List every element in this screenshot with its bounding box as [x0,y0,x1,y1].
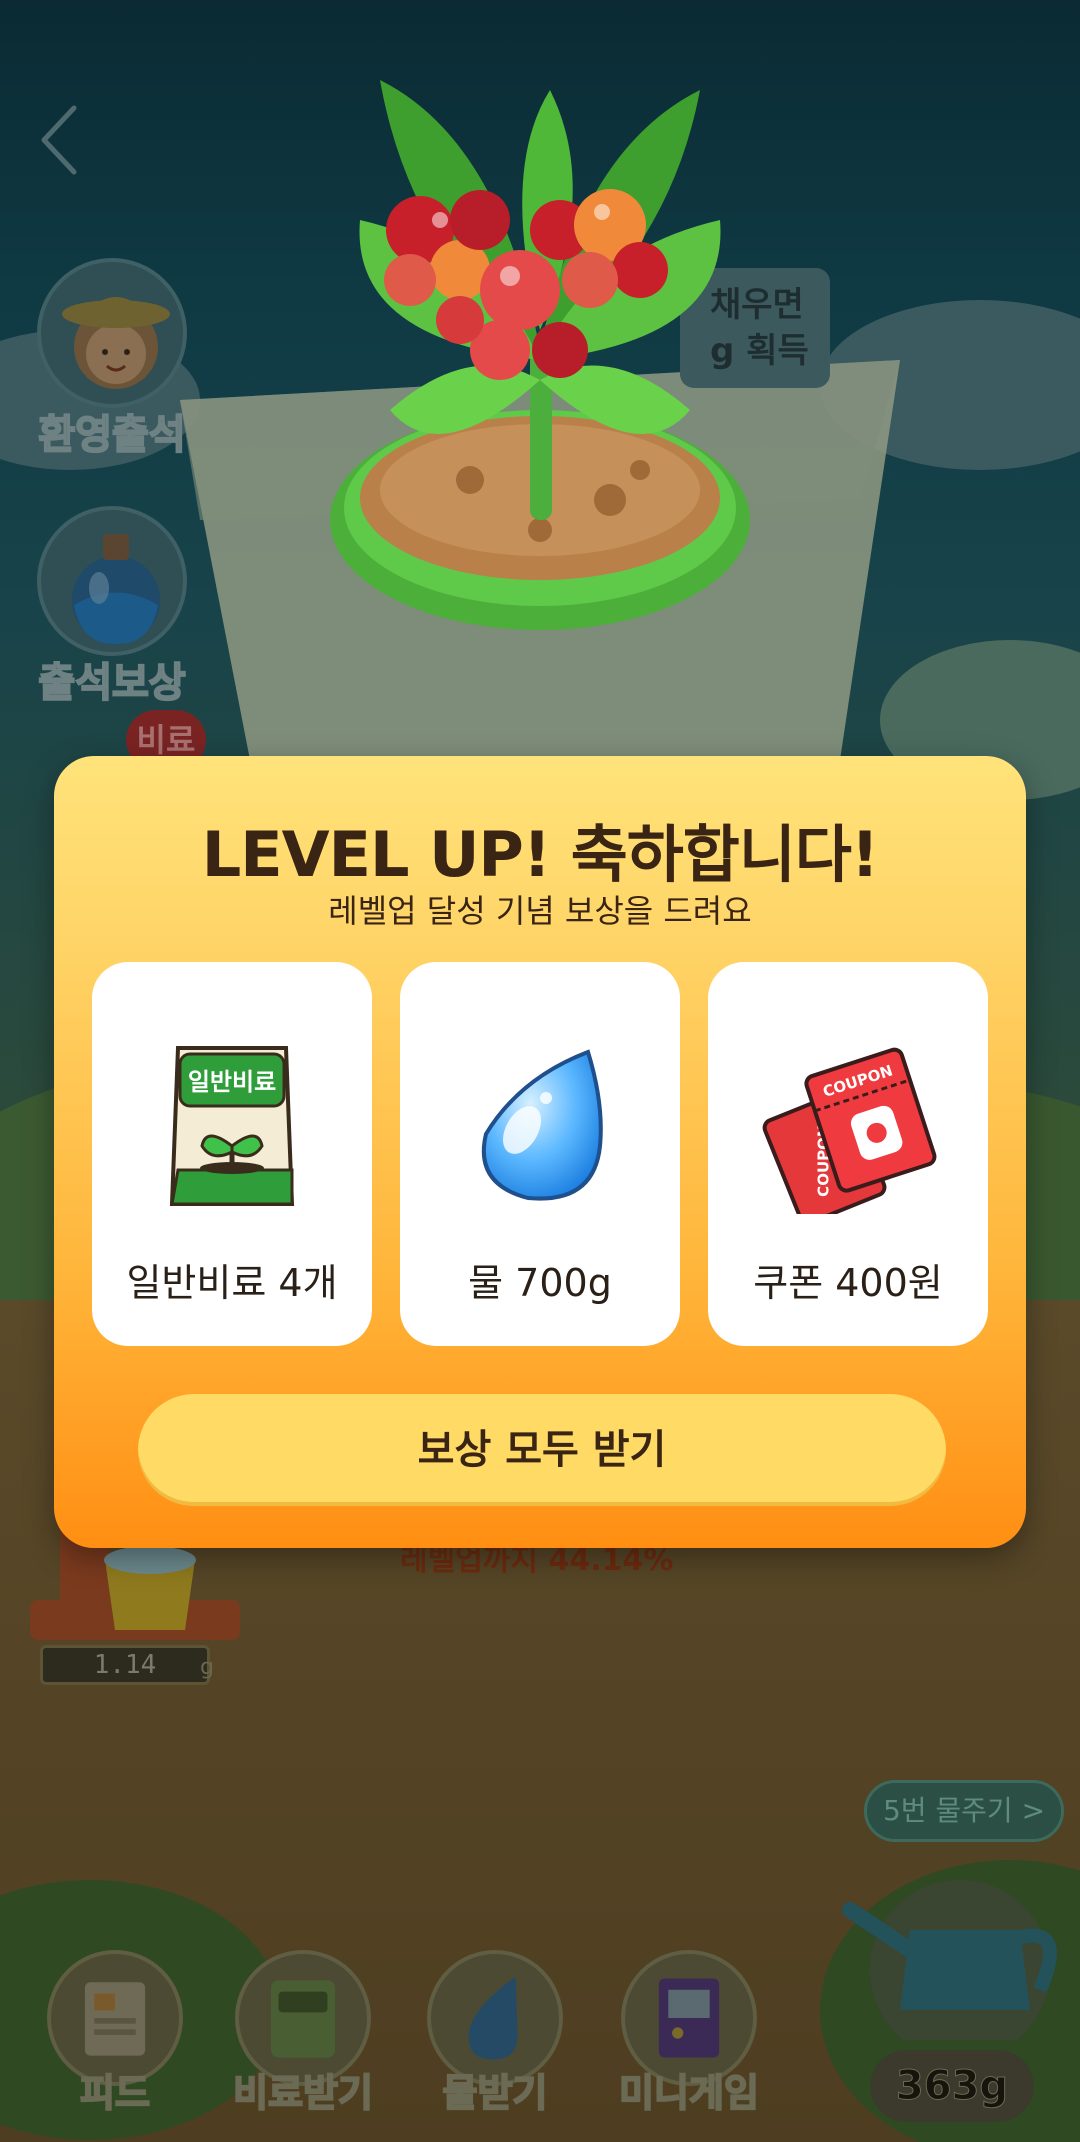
bottom-nav: 피드 비료받기 물받기 미니게임 [0,1950,1080,2142]
reward-label: 물 700g [468,1261,612,1305]
fertilizer-bag-icon: 일반비료 [169,1046,295,1206]
claim-all-rewards-button[interactable]: 보상 모두 받기 [138,1394,946,1506]
nav-label: 비료받기 [232,2070,374,2116]
water-count-button[interactable]: 5번 물주기 > [864,1780,1064,1842]
plant-illustration [330,80,750,630]
farmer-girl-icon [37,258,187,408]
reward-label: 일반비료 4개 [126,1261,338,1305]
reward-card-coupon: COUPON COUPON 쿠폰 400원 [708,962,988,1346]
coupon-icon: COUPON COUPON [762,1047,937,1214]
side-item-label: 환영출석 [37,411,186,459]
nav-item-mini-game[interactable]: 미니게임 [614,1950,764,2117]
nav-item-get-fertilizer[interactable]: 비료받기 [228,1950,378,2117]
side-item-label: 출석보상 [37,659,186,707]
reward-card-fertilizer: 일반비료 일반비료 4개 [92,962,372,1346]
back-arrow-icon[interactable] [36,100,86,180]
nav-label: 피드 [79,2070,151,2116]
water-drop-icon [481,1049,603,1201]
nav-item-feed[interactable]: 피드 [40,1950,190,2117]
reward-label: 쿠폰 400원 [753,1261,943,1305]
side-item-attendance-reward[interactable]: 출석보상 [32,506,192,708]
fertilizer-bag-text: 일반비료 [188,1068,276,1096]
level-up-modal: LEVEL UP! 축하합니다! 레벨업 달성 기념 보상을 드려요 일반비료 … [54,756,1026,1548]
reward-card-water: 물 700g [400,962,680,1346]
potion-bottle-icon [37,506,187,656]
nav-label: 물받기 [442,2070,549,2116]
nav-label: 미니게임 [618,2070,760,2116]
modal-title: LEVEL UP! 축하합니다! [201,818,879,891]
side-item-welcome-attendance[interactable]: 환영출석 [32,258,192,460]
water-meter: 1.14 [40,1645,210,1685]
water-meter-unit: g [200,1655,214,1680]
modal-subtitle: 레벨업 달성 기념 보상을 드려요 [328,892,752,930]
nav-item-get-water[interactable]: 물받기 [420,1950,570,2117]
